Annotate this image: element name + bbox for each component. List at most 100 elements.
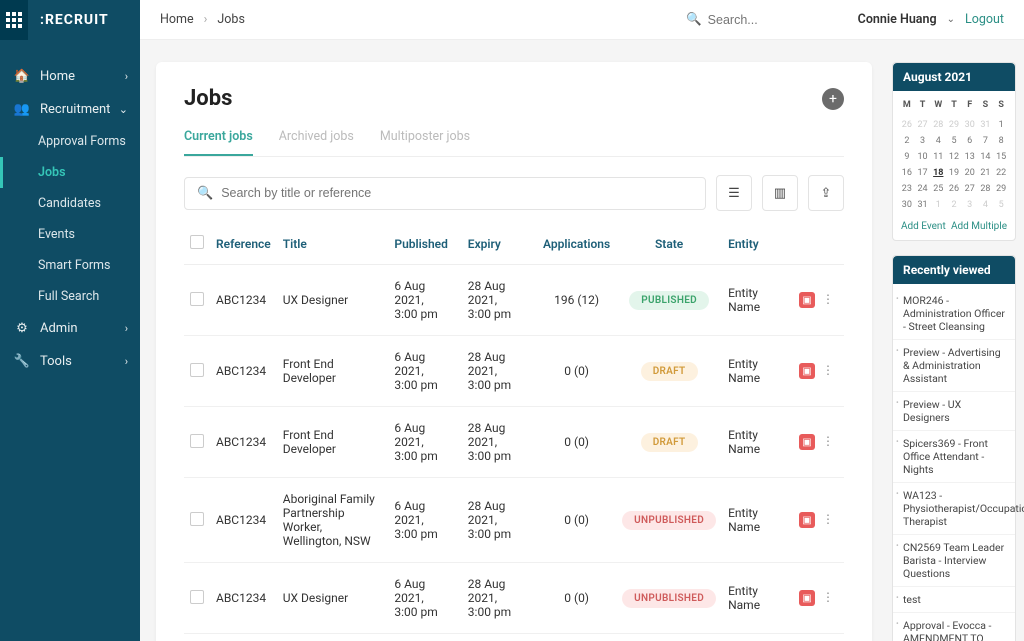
row-more-icon[interactable]: ⋮	[818, 512, 838, 526]
calendar-day[interactable]: 28	[930, 117, 946, 133]
row-checkbox[interactable]	[190, 363, 204, 377]
calendar-day[interactable]: 1	[993, 117, 1009, 133]
calendar-day[interactable]: 5	[993, 197, 1009, 213]
calendar-day[interactable]: 12	[946, 149, 962, 165]
calendar-day[interactable]: 29	[993, 181, 1009, 197]
row-action-icon[interactable]: ▣	[799, 512, 815, 528]
calendar-day[interactable]: 21	[978, 165, 994, 181]
sub-approval-forms[interactable]: Approval Forms	[0, 126, 140, 157]
calendar-day[interactable]: 27	[962, 181, 978, 197]
nav-tools[interactable]: 🔧 Tools ›	[0, 345, 140, 378]
row-more-icon[interactable]: ⋮	[818, 590, 838, 604]
calendar-day[interactable]: 11	[930, 149, 946, 165]
apps-menu-button[interactable]	[0, 0, 28, 40]
calendar-day[interactable]: 10	[915, 149, 931, 165]
calendar-day[interactable]: 4	[978, 197, 994, 213]
calendar-day[interactable]: 31	[915, 197, 931, 213]
tab-archived-jobs[interactable]: Archived jobs	[279, 129, 354, 156]
user-name[interactable]: Connie Huang	[858, 12, 937, 27]
calendar-day[interactable]: 18	[930, 165, 946, 181]
recently-viewed-item[interactable]: Spicers369 - Front Office Attendant - Ni…	[893, 431, 1015, 483]
row-action-icon[interactable]: ▣	[799, 434, 815, 450]
col-state[interactable]: State	[616, 223, 722, 265]
calendar-day[interactable]: 22	[993, 165, 1009, 181]
calendar-day[interactable]: 7	[978, 133, 994, 149]
sub-events[interactable]: Events	[0, 219, 140, 250]
calendar-day[interactable]: 9	[899, 149, 915, 165]
recently-viewed-item[interactable]: Approval - Evocca - AMENDMENT TO CONTRAC…	[893, 613, 1015, 641]
row-action-icon[interactable]: ▣	[799, 590, 815, 606]
job-search-box[interactable]: 🔍	[184, 177, 706, 210]
calendar-day[interactable]: 14	[978, 149, 994, 165]
sub-jobs[interactable]: Jobs	[0, 157, 140, 188]
col-title[interactable]: Title	[277, 223, 389, 265]
calendar-add-multiple[interactable]: Add Multiple	[951, 221, 1007, 232]
row-more-icon[interactable]: ⋮	[818, 292, 838, 306]
row-checkbox[interactable]	[190, 590, 204, 604]
col-entity[interactable]: Entity	[722, 223, 793, 265]
calendar-day[interactable]: 6	[962, 133, 978, 149]
calendar-day[interactable]: 26	[946, 181, 962, 197]
calendar-day[interactable]: 25	[930, 181, 946, 197]
global-search-input[interactable]	[708, 13, 828, 27]
global-search[interactable]: 🔍	[686, 12, 828, 27]
calendar-day[interactable]: 16	[899, 165, 915, 181]
nav-home[interactable]: 🏠 Home ›	[0, 60, 140, 93]
calendar-day[interactable]: 28	[978, 181, 994, 197]
row-action-icon[interactable]: ▣	[799, 292, 815, 308]
calendar-day[interactable]: 2	[899, 133, 915, 149]
col-applications[interactable]: Applications	[537, 223, 616, 265]
nav-recruitment[interactable]: 👥 Recruitment ⌄	[0, 93, 140, 126]
sub-full-search[interactable]: Full Search	[0, 281, 140, 312]
table-row[interactable]: ABC1234UX Designer6 Aug 2021,3:00 pm28 A…	[184, 563, 844, 634]
recently-viewed-item[interactable]: MOR246 - Administration Officer - Street…	[893, 288, 1015, 340]
calendar-day[interactable]: 31	[978, 117, 994, 133]
calendar-day[interactable]: 23	[899, 181, 915, 197]
row-checkbox[interactable]	[190, 434, 204, 448]
calendar-day[interactable]: 3	[915, 133, 931, 149]
calendar-add-event[interactable]: Add Event	[901, 221, 946, 232]
table-row[interactable]: ABC1234Front End Developer6 Aug 2021,3:0…	[184, 407, 844, 478]
calendar-day[interactable]: 30	[899, 197, 915, 213]
recently-viewed-item[interactable]: Preview - Advertising & Administration A…	[893, 340, 1015, 392]
calendar-day[interactable]: 19	[946, 165, 962, 181]
table-row[interactable]: ABC1234Front End Developer6 Aug 2021,3:0…	[184, 336, 844, 407]
calendar-day[interactable]: 13	[962, 149, 978, 165]
col-published[interactable]: Published	[388, 223, 461, 265]
columns-button[interactable]: ▥	[762, 175, 798, 211]
add-job-button[interactable]: +	[822, 88, 844, 110]
recently-viewed-item[interactable]: WA123 - Physiotherapist/Occupational The…	[893, 483, 1015, 535]
sub-candidates[interactable]: Candidates	[0, 188, 140, 219]
table-row[interactable]: ABC1234Aboriginal Family Partnership Wor…	[184, 478, 844, 563]
export-button[interactable]: ⇪	[808, 175, 844, 211]
logout-link[interactable]: Logout	[965, 12, 1004, 27]
calendar-day[interactable]: 5	[946, 133, 962, 149]
calendar-day[interactable]: 1	[930, 197, 946, 213]
calendar-day[interactable]: 2	[946, 197, 962, 213]
calendar-day[interactable]: 26	[899, 117, 915, 133]
calendar-day[interactable]: 20	[962, 165, 978, 181]
row-checkbox[interactable]	[190, 512, 204, 526]
calendar-day[interactable]: 15	[993, 149, 1009, 165]
calendar-day[interactable]: 30	[962, 117, 978, 133]
calendar-day[interactable]: 4	[930, 133, 946, 149]
calendar-day[interactable]: 24	[915, 181, 931, 197]
recently-viewed-item[interactable]: test	[893, 587, 1015, 613]
row-more-icon[interactable]: ⋮	[818, 434, 838, 448]
row-action-icon[interactable]: ▣	[799, 363, 815, 379]
col-expiry[interactable]: Expiry	[462, 223, 537, 265]
calendar-day[interactable]: 3	[962, 197, 978, 213]
tab-multiposter-jobs[interactable]: Multiposter jobs	[380, 129, 470, 156]
sort-button[interactable]: ☰	[716, 175, 752, 211]
col-reference[interactable]: Reference	[210, 223, 277, 265]
job-search-input[interactable]	[221, 186, 693, 200]
breadcrumb-home[interactable]: Home	[160, 12, 194, 27]
recently-viewed-item[interactable]: Preview - UX Designers	[893, 392, 1015, 431]
row-checkbox[interactable]	[190, 292, 204, 306]
chevron-down-icon[interactable]: ⌄	[947, 14, 955, 25]
calendar-day[interactable]: 29	[946, 117, 962, 133]
calendar-day[interactable]: 8	[993, 133, 1009, 149]
calendar-day[interactable]: 27	[915, 117, 931, 133]
tab-current-jobs[interactable]: Current jobs	[184, 129, 253, 156]
sub-smart-forms[interactable]: Smart Forms	[0, 250, 140, 281]
